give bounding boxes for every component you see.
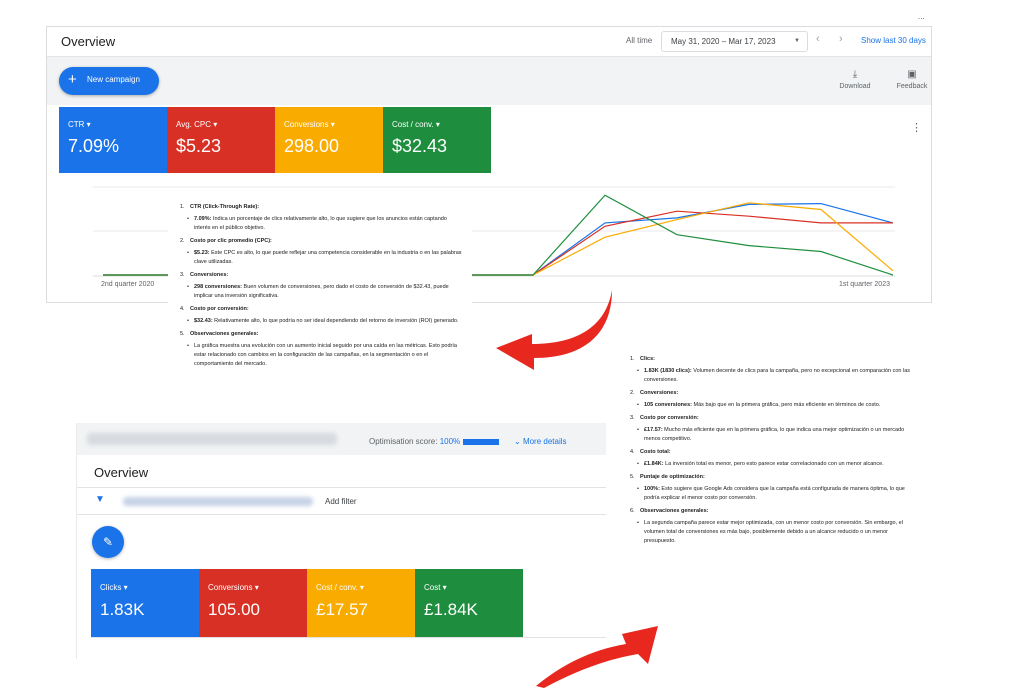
analysis-item: 3.Costo por conversión: £17.57: Mucho más… — [630, 414, 914, 444]
analysis-item: 5.Observaciones generales: La gráfica mue… — [180, 330, 464, 369]
analysis-bullet: La segunda campaña parece estar mejor op… — [630, 519, 914, 546]
analysis-item: 4.Costo por conversión: $32.43: Relativam… — [180, 305, 464, 326]
analysis-bullet: 7.09%: Indica un porcentaje de clics rel… — [180, 215, 464, 233]
page-title: Overview — [94, 465, 149, 480]
plus-icon: + — [68, 71, 77, 88]
analysis-bullet: 100%: Esto sugiere que Google Ads consid… — [630, 485, 914, 503]
analysis-item: 2.Conversiones: 105 conversiones: Más baj… — [630, 389, 914, 410]
blurred-account-info — [87, 433, 337, 445]
analysis-item: 2.Costo por clic promedio (CPC): $5.23: E… — [180, 237, 464, 267]
download-button[interactable]: ⤓ Download — [833, 69, 877, 90]
new-campaign-label: New campaign — [87, 75, 140, 84]
red-arrow-icon — [536, 626, 658, 688]
analysis-heading: 5. Observaciones generales: — [180, 331, 259, 337]
chevron-right-icon[interactable]: › — [839, 33, 843, 45]
kpi-conversions[interactable]: Conversions ▾ 105.00 — [199, 569, 307, 637]
analysis-heading: 2. Costo por clic promedio (CPC): — [180, 238, 272, 244]
kpi-value: £1.84K — [424, 600, 478, 619]
analysis-heading: 5. Puntaje de optimización: — [630, 474, 705, 480]
analysis-bullet: 298 conversiones: Buen volumen de conver… — [180, 283, 464, 301]
analysis-item: 6.Observaciones generales: La segunda cam… — [630, 507, 914, 546]
kpi-conversions[interactable]: Conversions ▾ 298.00 — [275, 107, 383, 173]
kpi-value: 1.83K — [100, 600, 145, 619]
chevron-left-icon[interactable]: ‹ — [816, 33, 820, 45]
action-bar — [47, 57, 931, 105]
analysis-heading: 6. Observaciones generales: — [630, 508, 709, 514]
filter-icon[interactable]: ▼ — [95, 494, 105, 505]
analysis-heading: 1. CTR (Click-Through Rate): — [180, 204, 260, 210]
analysis-bullet: £1.84K: La inversión total es menor, per… — [630, 460, 914, 469]
chart-area-edge — [91, 637, 606, 659]
analysis-list: 1.Clics: 1.83K (1830 clics): Volumen dece… — [630, 355, 914, 546]
chevron-down-icon: ▼ — [794, 38, 800, 44]
edit-pencil-button[interactable]: ✎ — [92, 526, 124, 558]
kpi-cost[interactable]: Cost ▾ £1.84K — [415, 569, 523, 637]
date-range-value: May 31, 2020 – Mar 17, 2023 — [671, 37, 776, 46]
analysis-bullet: 1.83K (1830 clics): Volumen decente de c… — [630, 367, 914, 385]
kpi-clicks[interactable]: Clicks ▾ 1.83K — [91, 569, 199, 637]
analysis-item: 5.Puntaje de optimización: 100%: Esto sug… — [630, 473, 914, 503]
kpi-cost-per-conv[interactable]: Cost / conv. ▾ £17.57 — [307, 569, 415, 637]
download-label: Download — [839, 83, 871, 90]
feedback-icon: ▣ — [907, 69, 917, 80]
analysis-item: 4.Costo total: £1.84K: La inversión total… — [630, 448, 914, 469]
analysis-heading: 3. Conversiones: — [180, 272, 229, 278]
kpi-label: Conversions ▾ — [284, 120, 335, 129]
analysis-bullet: £17.57: Mucho más eficiente que en la pr… — [630, 426, 914, 444]
analysis-list: 1.CTR (Click-Through Rate): 7.09%: Indica… — [180, 203, 464, 369]
kpi-label: Conversions ▾ — [208, 583, 259, 592]
blurred-filter — [123, 497, 313, 506]
kpi-label: Avg. CPC ▾ — [176, 120, 218, 129]
analysis-bullet: 105 conversiones: Más bajo que en la pri… — [630, 401, 914, 410]
analysis-heading: 2. Conversiones: — [630, 390, 679, 396]
kpi-ctr[interactable]: CTR ▾ 7.09% — [59, 107, 167, 173]
new-campaign-button[interactable]: + New campaign — [59, 67, 159, 95]
more-details-link[interactable]: ⌄ More details — [514, 437, 567, 446]
kpi-value: $5.23 — [176, 136, 222, 156]
analysis-note-2: 1.Clics: 1.83K (1830 clics): Volumen dece… — [620, 344, 920, 606]
kpi-avg-cpc[interactable]: Avg. CPC ▾ $5.23 — [167, 107, 275, 173]
optimisation-score: Optimisation score: 100% — [369, 437, 461, 446]
kpi-value: 105.00 — [208, 600, 260, 619]
red-arrow-icon — [496, 290, 612, 370]
analysis-item: 3.Conversiones: 298 conversiones: Buen vo… — [180, 271, 464, 301]
pencil-icon: ✎ — [102, 535, 114, 549]
feedback-button[interactable]: ▣ Feedback — [890, 69, 931, 90]
analysis-heading: 1. Clics: — [630, 356, 655, 362]
overview-header: Overview All time May 31, 2020 – Mar 17,… — [47, 27, 931, 57]
kpi-label: Cost / conv. ▾ — [316, 583, 364, 592]
analysis-bullet: $32.43: Relativamente alto, lo que podrí… — [180, 317, 464, 326]
show-last-30-days-link[interactable]: Show last 30 days — [861, 36, 926, 45]
kpi-label: Cost ▾ — [424, 583, 447, 592]
analysis-heading: 3. Costo por conversión: — [630, 415, 699, 421]
more-icon[interactable]: ... — [918, 12, 925, 21]
analysis-item: 1.Clics: 1.83K (1830 clics): Volumen dece… — [630, 355, 914, 385]
kpi-cost-per-conv[interactable]: Cost / conv. ▾ $32.43 — [383, 107, 491, 173]
analysis-heading: 4. Costo por conversión: — [180, 306, 249, 312]
analysis-bullet: La gráfica muestra una evolución con un … — [180, 342, 464, 369]
analysis-note-1: 1.CTR (Click-Through Rate): 7.09%: Indica… — [168, 188, 472, 410]
date-range-picker[interactable]: May 31, 2020 – Mar 17, 2023 ▼ — [661, 31, 808, 52]
analysis-item: 1.CTR (Click-Through Rate): 7.09%: Indica… — [180, 203, 464, 233]
filter-bar: ▼ Add filter — [77, 487, 606, 515]
x-axis-start-label: 2nd quarter 2020 — [101, 281, 155, 288]
optimisation-progress-bar — [463, 439, 499, 445]
kpi-label: CTR ▾ — [68, 120, 91, 129]
kebab-menu-icon[interactable]: ⋮ — [911, 121, 922, 134]
add-filter-button[interactable]: Add filter — [325, 497, 357, 506]
kpi-label: Clicks ▾ — [100, 583, 128, 592]
kpi-value: 7.09% — [68, 136, 120, 156]
analysis-bullet: $5.23: Este CPC es alto, lo que puede re… — [180, 249, 464, 267]
analysis-heading: 4. Costo total: — [630, 449, 671, 455]
x-axis-end-label: 1st quarter 2023 — [839, 281, 890, 288]
page-title: Overview — [61, 34, 116, 49]
feedback-label: Feedback — [896, 83, 928, 90]
download-icon: ⤓ — [852, 69, 858, 80]
kpi-value: £17.57 — [316, 600, 368, 619]
overview-screenshot-2: Optimisation score: 100% ⌄ More details … — [76, 423, 606, 659]
kpi-value: $32.43 — [392, 136, 448, 156]
kpi-value: 298.00 — [284, 136, 340, 156]
kpi-label: Cost / conv. ▾ — [392, 120, 440, 129]
all-time-label: All time — [626, 36, 653, 45]
